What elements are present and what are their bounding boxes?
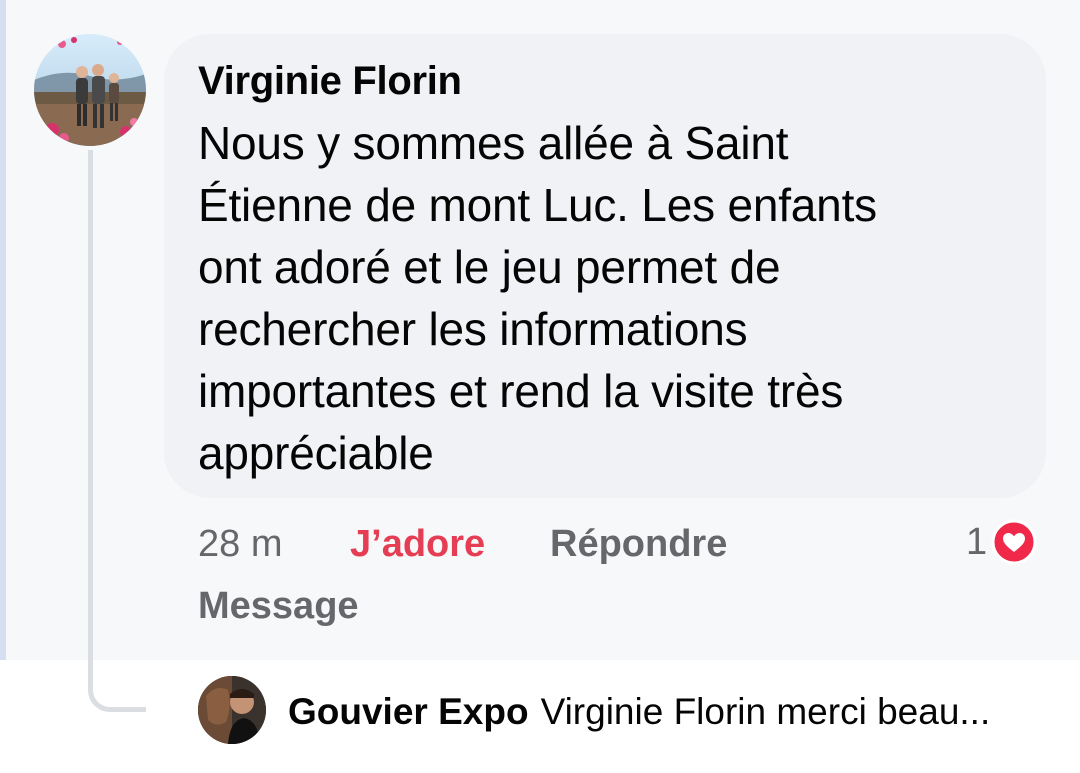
comment-text-line: importantes et rend la visite très <box>198 365 844 417</box>
comment-text-line: Nous y sommes allée à Saint <box>198 117 789 169</box>
comment-timestamp[interactable]: 28 m <box>198 522 282 566</box>
comment-text-line: appréciable <box>198 427 434 479</box>
reply-avatar[interactable] <box>198 676 266 744</box>
comment-author-name[interactable]: Virginie Florin <box>198 58 462 104</box>
comment-text-line: Étienne de mont Luc. Les enfants <box>198 179 877 231</box>
reply-author-name: Gouvier Expo <box>288 691 529 732</box>
message-button[interactable]: Message <box>198 584 359 628</box>
react-button[interactable]: J’adore <box>350 522 485 566</box>
thread-accent-bar <box>0 0 6 660</box>
reply-snippet: Virginie Florin merci beau... <box>540 691 991 732</box>
reply-avatar-photo <box>198 676 266 744</box>
reaction-count: 1 <box>966 521 988 563</box>
reply-button[interactable]: Répondre <box>550 522 727 566</box>
reply-preview[interactable]: Gouvier Expo Virginie Florin merci beau..… <box>288 688 990 736</box>
reply-thread-connector <box>88 150 146 712</box>
comment-text-line: ont adoré et le jeu permet de <box>198 241 781 293</box>
avatar-photo <box>34 34 146 146</box>
comment-text: Nous y sommes allée à Saint Étienne de m… <box>198 112 998 484</box>
heart-icon <box>991 519 1037 565</box>
comment-text-line: rechercher les informations <box>198 303 748 355</box>
avatar[interactable] <box>34 34 146 146</box>
reaction-summary[interactable]: 1 <box>966 518 1037 566</box>
